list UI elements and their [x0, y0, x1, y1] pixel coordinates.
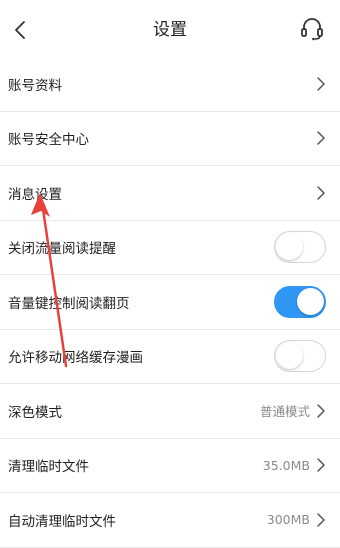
toggle-knob [276, 342, 303, 370]
settings-list: 账号资料 账号安全中心 消息设置 关闭流量阅读提醒 音量键控制阅读翻页 允许移动… [0, 57, 340, 548]
row-label: 清理临时文件 [8, 459, 89, 476]
chevron-right-icon [317, 186, 325, 200]
chevron-right-icon [317, 513, 325, 527]
row-label: 允许移动网络缓存漫画 [8, 350, 143, 367]
chevron-right-icon [317, 458, 325, 472]
row-label: 账号安全中心 [8, 132, 89, 149]
data-reading-reminder-toggle[interactable] [274, 231, 326, 264]
settings-row-auto-clear-temp-files[interactable]: 自动清理临时文件 300MB [0, 493, 340, 548]
row-label: 消息设置 [8, 186, 62, 203]
settings-row-mobile-network-cache: 允许移动网络缓存漫画 [0, 330, 340, 384]
settings-row-message-settings[interactable]: 消息设置 [0, 166, 340, 221]
customer-service-button[interactable] [298, 14, 326, 44]
mobile-network-cache-toggle[interactable] [274, 340, 326, 373]
settings-row-dark-mode[interactable]: 深色模式 普通模式 [0, 384, 340, 439]
row-label: 自动清理临时文件 [8, 513, 116, 530]
toggle-knob [297, 287, 324, 315]
row-label: 关闭流量阅读提醒 [8, 241, 116, 258]
settings-row-volume-key-page-turn: 音量键控制阅读翻页 [0, 275, 340, 330]
row-value: 35.0MB [262, 457, 310, 473]
headset-icon [301, 18, 323, 41]
volume-key-page-turn-toggle[interactable] [274, 285, 326, 318]
page-title: 设置 [153, 20, 187, 40]
chevron-right-icon [317, 77, 325, 91]
chevron-right-icon [317, 131, 325, 145]
settings-row-clear-temp-files[interactable]: 清理临时文件 35.0MB [0, 439, 340, 493]
row-label: 深色模式 [8, 404, 62, 421]
row-label: 音量键控制阅读翻页 [8, 295, 130, 312]
settings-row-account-security[interactable]: 账号安全中心 [0, 112, 340, 166]
settings-row-data-reading-reminder: 关闭流量阅读提醒 [0, 221, 340, 275]
row-value: 普通模式 [259, 404, 310, 420]
settings-row-account-profile[interactable]: 账号资料 [0, 57, 340, 112]
toggle-knob [276, 233, 303, 261]
header-bar: 设置 [0, 0, 340, 60]
row-value: 300MB [266, 512, 310, 528]
chevron-right-icon [317, 404, 325, 418]
row-label: 账号资料 [8, 77, 62, 94]
